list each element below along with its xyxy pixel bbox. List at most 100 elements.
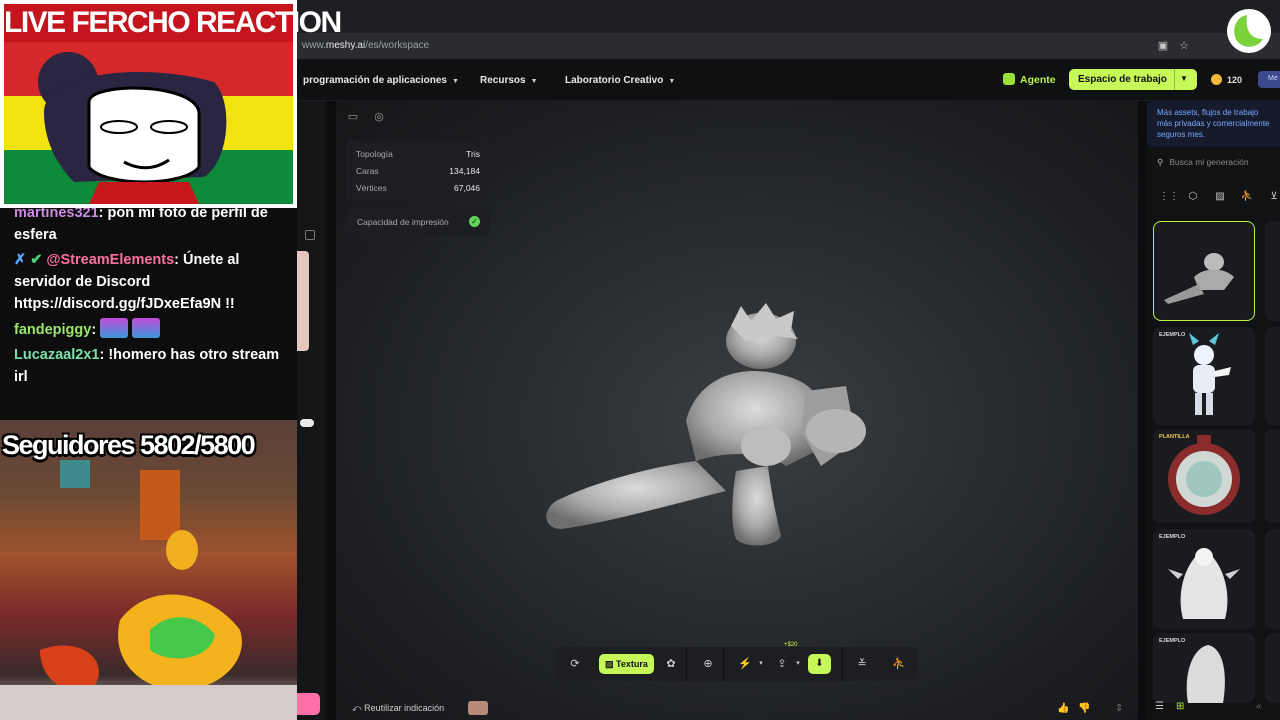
thumbnail-image[interactable] [296, 251, 309, 351]
divider [842, 647, 843, 681]
workspace-label: Espacio de trabajo [1078, 74, 1167, 85]
reuse-label: Reutilizar indicación [364, 703, 445, 713]
collapse-icon[interactable]: « [1256, 701, 1262, 712]
workspace-button[interactable]: Espacio de trabajo ▼ [1069, 69, 1197, 90]
thumbs-down-icon[interactable]: 👎 [1078, 703, 1090, 714]
reuse-prompt-button[interactable]: ⤺ Reutilizar indicación [352, 703, 444, 714]
plan-badge[interactable]: Me [1258, 71, 1280, 88]
reuse-icon: ⤺ [352, 703, 365, 713]
left-panel-edge [296, 101, 326, 720]
toggle-switch[interactable] [300, 419, 314, 427]
card-tag: PLANTILLA [1159, 434, 1190, 440]
generation-card[interactable]: EJEMPLO [1153, 633, 1255, 703]
stat-label: Topología [356, 149, 393, 159]
emote-icon [100, 318, 129, 338]
url-path: /es/workspace [365, 40, 430, 51]
nav-resources[interactable]: Recursos ▼ [480, 75, 538, 86]
credits-value: 120 [1227, 75, 1243, 85]
chevron-down-icon: ▼ [668, 78, 676, 85]
mesh-stats-panel: Topología Tris Caras 134,184 Vértices 67,04… [346, 141, 490, 201]
monitor-icon[interactable]: ▭ [346, 110, 360, 124]
generation-card-partial[interactable] [1265, 429, 1280, 523]
stat-label: Vértices [356, 183, 387, 193]
filter-icon[interactable]: ⊻ [1267, 190, 1280, 204]
cube-icon[interactable]: ⬡ [1186, 190, 1200, 204]
regenerate-icon[interactable]: ⟳ [568, 657, 582, 671]
export-icon[interactable]: ⇪ [775, 657, 789, 671]
viewer-toolbar: ⟳ ▨ Textura ✿ ⊕ ⚡ ▾ ⇪ ▾ +$20 ⬇ ≚ ⛹ [556, 642, 918, 681]
list-view-icon[interactable]: ☰ [1155, 701, 1164, 712]
expand-icon[interactable]: ⇕ [1115, 703, 1123, 714]
generation-card-partial[interactable] [1265, 529, 1280, 629]
grid-view-icon[interactable]: ⊞ [1176, 701, 1184, 712]
3d-model-render[interactable] [536, 301, 886, 561]
credits-counter[interactable]: 120 [1211, 74, 1242, 85]
stat-topology: Topología Tris [356, 146, 480, 163]
promo-banner[interactable]: Más assets, flujos de trabajo más privad… [1147, 101, 1280, 147]
animate-icon[interactable]: ⛹ [892, 657, 906, 671]
generation-card[interactable]: EJEMPLO [1153, 327, 1255, 425]
stat-value: Tris [466, 149, 480, 159]
model-thumbnail [1164, 253, 1234, 304]
adjust-icon[interactable]: ≚ [855, 657, 869, 671]
crosshair-icon[interactable]: ⊕ [701, 657, 715, 671]
chat-username: fandepiggy [14, 322, 92, 338]
generations-sidebar: Más assets, flujos de trabajo más privad… [1147, 101, 1280, 720]
download-button[interactable]: ⬇ [808, 654, 831, 674]
card-tag: EJEMPLO [1159, 332, 1186, 338]
divider [686, 647, 687, 681]
filter-bar: ⋮⋮ ⬡ ▨ ⛹ ⊻ [1159, 190, 1280, 204]
nav-creative-lab[interactable]: Laboratorio Creativo ▼ [565, 75, 675, 86]
generation-card-partial[interactable] [1265, 327, 1280, 425]
chat-username: Lucazaal2x1 [14, 347, 100, 363]
stream-chat: martines321: pon mi foto de perfil de es… [0, 208, 297, 420]
sword-icon: ✗ [14, 252, 31, 268]
generation-card[interactable]: EJEMPLO [1153, 529, 1255, 629]
texture-button[interactable]: ▨ Textura [599, 654, 654, 674]
verified-icon: ✔ [30, 252, 47, 268]
chat-username: martines321 [14, 208, 99, 221]
bookmark-star-icon[interactable]: ☆ [1177, 39, 1191, 53]
stream-title: LIVE FERCHO REACTION [4, 4, 342, 42]
divider [1174, 69, 1175, 90]
cost-badge: +$20 [784, 642, 798, 648]
material-icon[interactable]: ✿ [664, 657, 678, 671]
texture-filter-icon[interactable]: ▨ [1213, 190, 1227, 204]
card-tag: EJEMPLO [1159, 638, 1186, 644]
panel-icon[interactable] [305, 230, 315, 240]
print-capability-check[interactable]: Capacidad de impresión ✓ [346, 209, 490, 235]
generation-card[interactable]: PLANTILLA [1153, 429, 1255, 523]
3d-viewer[interactable]: ▭ ◎ Topología Tris Caras 134,184 Vértices 6… [336, 101, 1138, 720]
channel-logo [1227, 9, 1271, 53]
search-input[interactable]: ⚲ Busca mi generación [1157, 157, 1280, 168]
url-domain: meshy.ai [325, 40, 366, 51]
chat-username: @StreamElements [46, 252, 175, 268]
texture-label: Textura [616, 659, 648, 669]
rig-icon[interactable]: ⛹ [1240, 190, 1254, 204]
search-placeholder: Busca mi generación [1169, 157, 1249, 167]
thumbs-up-icon[interactable]: 👍 [1057, 703, 1069, 714]
chevron-down-icon[interactable]: ▾ [754, 657, 768, 671]
chevron-down-icon[interactable]: ▼ [1180, 74, 1188, 83]
pink-action-button[interactable] [296, 693, 320, 715]
nav-item-label: programación de aplicaciones [303, 75, 447, 86]
install-app-icon[interactable]: ▣ [1156, 39, 1170, 53]
remesh-icon[interactable]: ⚡ [738, 657, 752, 671]
emote-icon [132, 318, 161, 338]
generation-card-partial[interactable] [1265, 221, 1280, 321]
agent-button[interactable]: Agente [1003, 73, 1056, 86]
chat-message: Lucazaal2x1: !homero has otro stream irl [14, 347, 280, 385]
url-text[interactable]: www.meshy.ai/es/workspace [302, 40, 429, 51]
prompt-thumbnail[interactable] [468, 701, 488, 715]
divider [723, 647, 724, 681]
generation-card-partial[interactable] [1265, 633, 1280, 703]
print-capability-label: Capacidad de impresión [357, 217, 449, 227]
grid-icon[interactable]: ⋮⋮ [1159, 190, 1179, 204]
model-thumbnail [1168, 548, 1240, 619]
chevron-down-icon[interactable]: ▾ [791, 657, 805, 671]
nav-app-programming[interactable]: programación de aplicaciones ▼ [303, 75, 459, 86]
generation-card-selected[interactable] [1153, 221, 1255, 321]
globe-icon[interactable]: ◎ [372, 110, 386, 124]
agent-label: Agente [1020, 74, 1056, 86]
stream-cam-overlay: LIVE FERCHO REACTION [0, 0, 342, 208]
